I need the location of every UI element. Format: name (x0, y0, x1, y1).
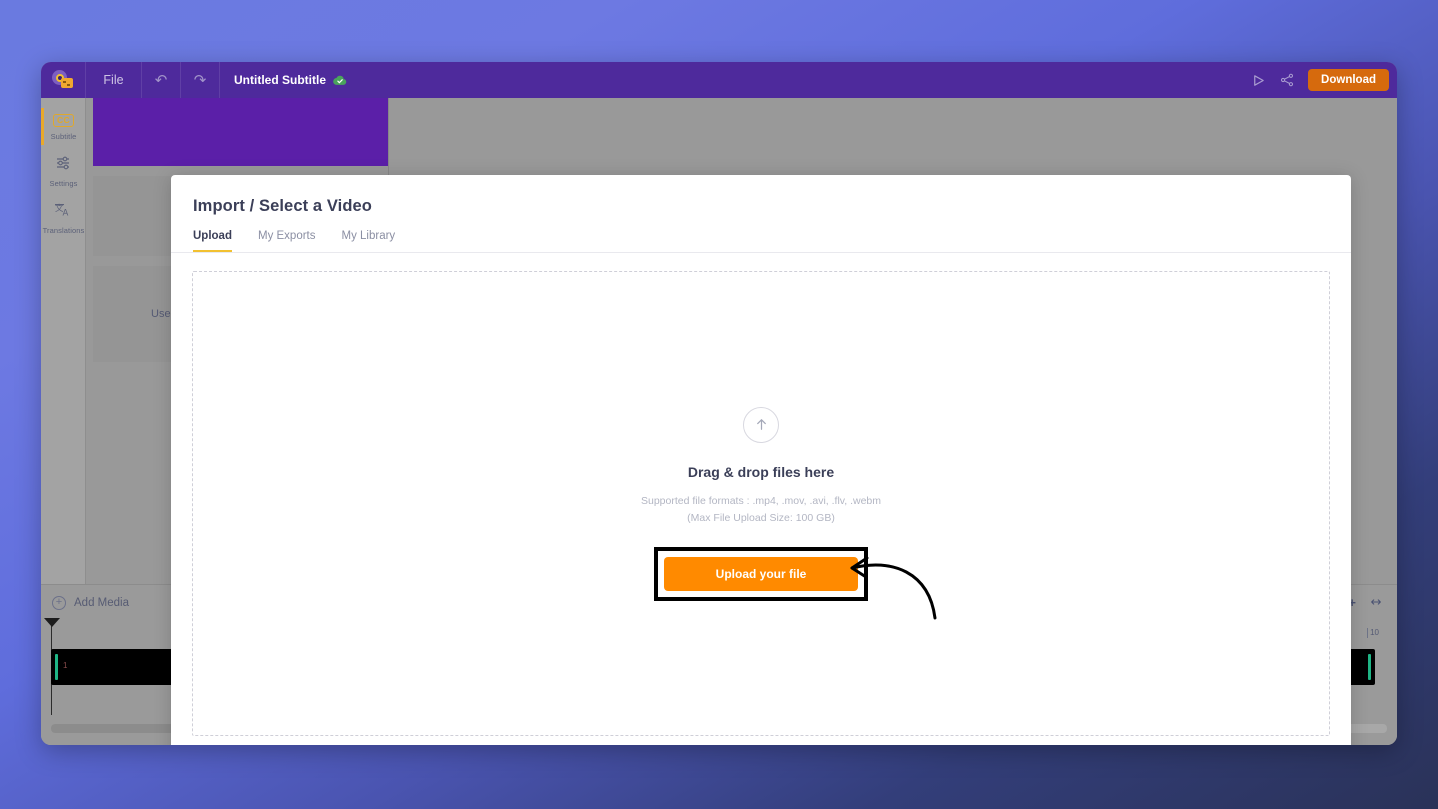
modal-title: Import / Select a Video (193, 197, 372, 215)
fit-to-screen-icon[interactable] (1369, 596, 1383, 610)
add-media-button[interactable]: + Add Media (52, 595, 129, 610)
sidebar-item-translations[interactable]: 文 A Translations (41, 194, 86, 241)
add-media-label: Add Media (74, 596, 129, 609)
dropzone-heading: Drag & drop files here (687, 463, 835, 480)
svg-text:A: A (63, 208, 69, 217)
playhead-handle[interactable] (44, 618, 60, 627)
track-start-marker[interactable] (55, 654, 58, 680)
max-size-text: (Max File Upload Size: 100 GB) (687, 511, 835, 524)
tab-my-exports[interactable]: My Exports (258, 230, 316, 252)
redo-icon: ↷ (193, 72, 207, 89)
app-window: File ↶ ↷ Untitled Subtitle Download CC S… (41, 62, 1397, 745)
preview-play-icon[interactable] (1251, 73, 1266, 88)
tab-upload[interactable]: Upload (193, 230, 232, 252)
sidebar-item-settings[interactable]: Settings (41, 147, 86, 194)
toolbar-right-actions: Download (1251, 62, 1389, 98)
modal-tabs: Upload My Exports My Library (171, 216, 1351, 253)
sidebar-item-subtitle[interactable]: CC Subtitle (41, 106, 86, 147)
upload-arrow-icon (743, 406, 779, 443)
undo-button[interactable]: ↶ (142, 62, 181, 98)
undo-icon: ↶ (154, 72, 168, 89)
ruler-tick: 10 (1367, 628, 1379, 638)
upload-button-highlight: Upload your file (653, 546, 869, 601)
sidebar-item-label: Settings (49, 178, 78, 188)
app-logo-button[interactable] (41, 62, 86, 98)
sidebar-item-label: Subtitle (50, 131, 77, 141)
track-end-marker[interactable] (1368, 654, 1371, 680)
cloud-saved-icon (333, 75, 347, 86)
import-video-modal: Import / Select a Video Upload My Export… (171, 175, 1351, 745)
file-menu-button[interactable]: File (86, 62, 142, 98)
document-title[interactable]: Untitled Subtitle (220, 62, 361, 98)
upload-your-file-button[interactable]: Upload your file (663, 556, 859, 591)
supported-formats-text: Supported file formats : .mp4, .mov, .av… (640, 494, 882, 507)
top-toolbar: File ↶ ↷ Untitled Subtitle Download (41, 62, 1397, 98)
redo-button[interactable]: ↷ (181, 62, 220, 98)
track-index-label: 1 (63, 661, 68, 670)
subtitle-panel-header (93, 98, 388, 166)
app-logo-icon (52, 70, 74, 90)
translate-icon: 文 A (55, 202, 72, 221)
tab-my-library[interactable]: My Library (342, 230, 396, 252)
download-button[interactable]: Download (1308, 69, 1389, 91)
left-sidebar: CC Subtitle Settings 文 A Translations (41, 98, 86, 600)
document-title-text: Untitled Subtitle (234, 73, 326, 87)
sidebar-item-label: Translations (42, 225, 85, 235)
sliders-icon (56, 155, 72, 174)
share-icon[interactable] (1280, 73, 1294, 87)
cc-icon: CC (53, 114, 74, 127)
file-dropzone[interactable]: Drag & drop files here Supported file fo… (192, 271, 1330, 736)
plus-circle-icon: + (52, 595, 66, 610)
